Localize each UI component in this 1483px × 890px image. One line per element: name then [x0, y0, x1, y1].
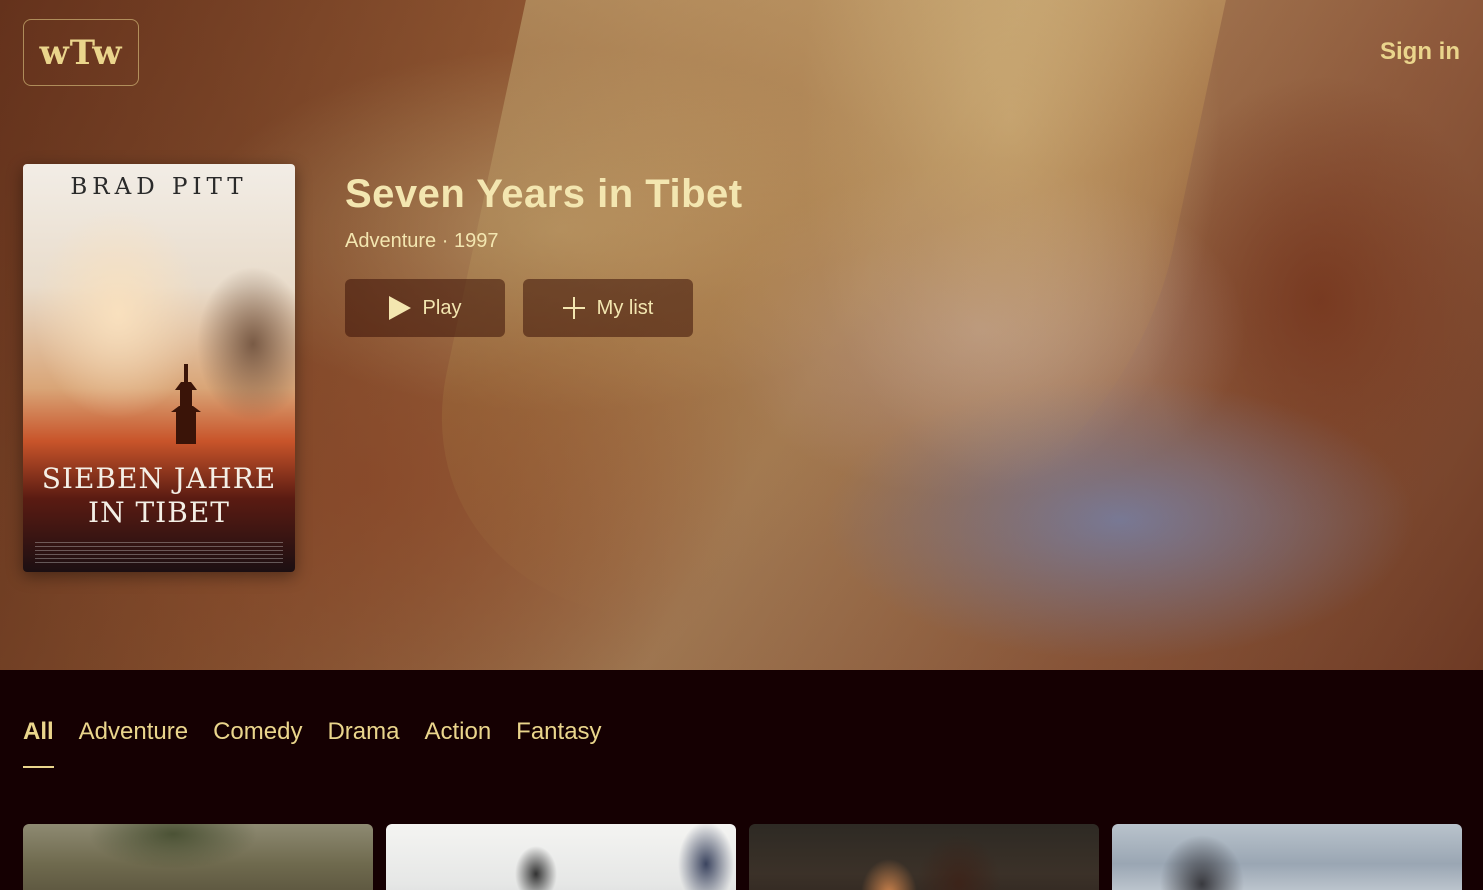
tab-fantasy[interactable]: Fantasy	[516, 718, 601, 768]
movie-card[interactable]	[1112, 824, 1462, 890]
plus-icon	[562, 297, 585, 319]
poster-title: SIEBEN JAHRE IN TIBET	[23, 462, 295, 530]
logo[interactable]: wTw	[23, 19, 139, 86]
play-button[interactable]: Play	[345, 279, 505, 337]
poster-title-line2: IN TIBET	[88, 496, 230, 529]
tab-all[interactable]: All	[23, 718, 54, 768]
genre-tabs: All Adventure Comedy Drama Action Fantas…	[23, 718, 602, 768]
pagoda-icon	[171, 364, 201, 444]
movie-card[interactable]	[23, 824, 373, 890]
movie-grid	[23, 824, 1462, 890]
movie-card[interactable]	[386, 824, 736, 890]
movie-card[interactable]	[749, 824, 1099, 890]
play-icon	[388, 296, 411, 320]
my-list-button-label: My list	[596, 296, 654, 319]
movie-meta: Adventure · 1997	[345, 230, 499, 252]
movie-title: Seven Years in Tibet	[345, 172, 743, 216]
play-button-label: Play	[422, 296, 462, 319]
poster-title-line1: SIEBEN JAHRE	[41, 462, 277, 495]
tab-drama[interactable]: Drama	[327, 718, 399, 768]
my-list-button[interactable]: My list	[523, 279, 693, 337]
poster-credits	[35, 542, 283, 564]
tab-comedy[interactable]: Comedy	[213, 718, 302, 768]
poster-actor-name: BRAD PITT	[70, 174, 248, 200]
tab-adventure[interactable]: Adventure	[79, 718, 188, 768]
movie-poster[interactable]: BRAD PITT SIEBEN JAHRE IN TIBET	[23, 164, 295, 572]
tab-action[interactable]: Action	[424, 718, 491, 768]
sign-in-link[interactable]: Sign in	[1380, 38, 1460, 66]
